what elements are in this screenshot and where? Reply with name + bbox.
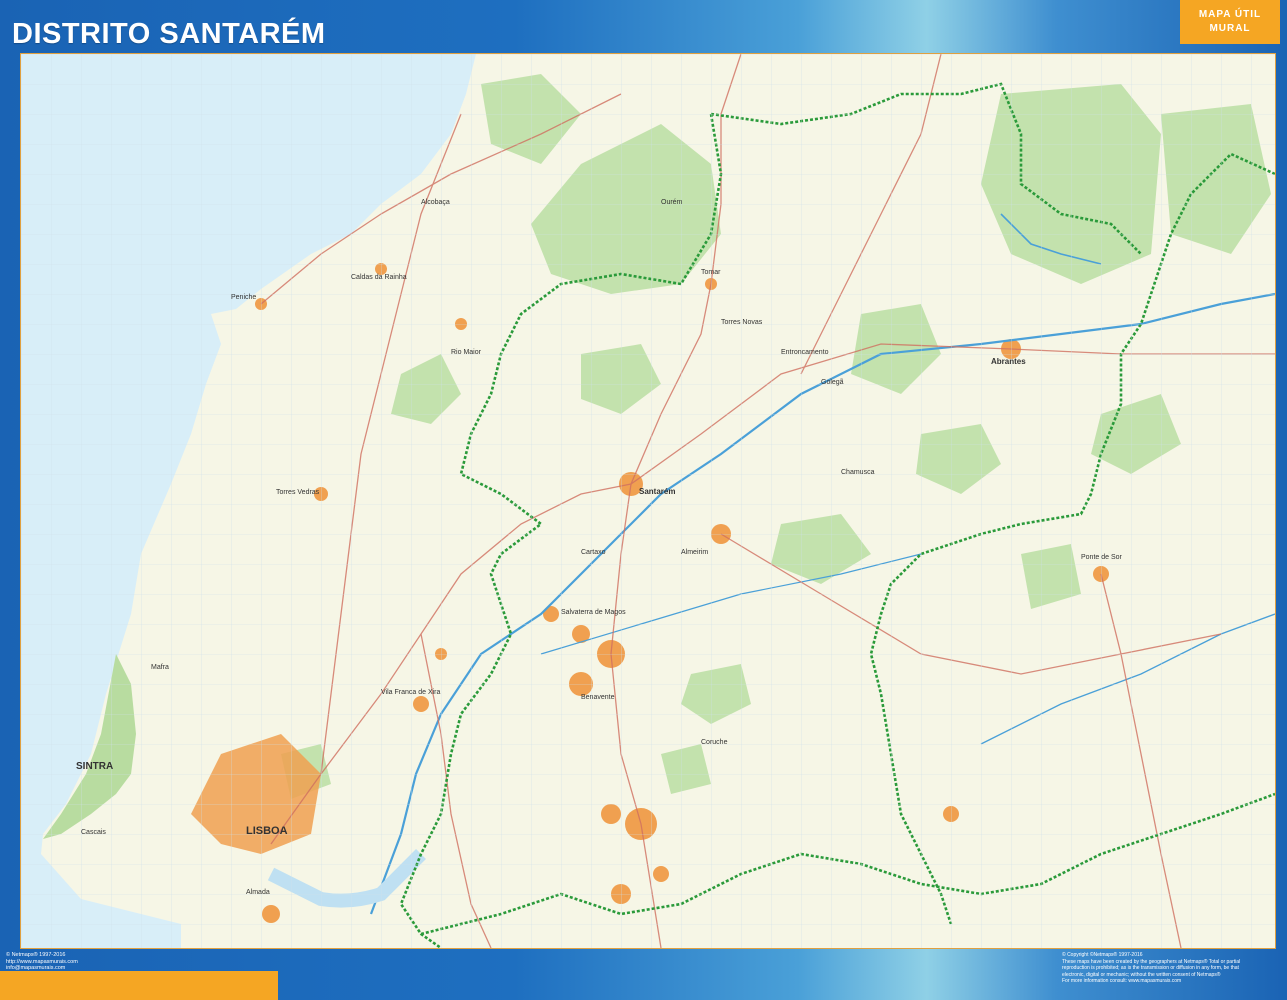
footer-copyright-right: © Copyright ©Netmaps® 1997-2016 These ma… — [1062, 952, 1280, 985]
footer-credits-left: © Netmaps® 1997-2016 http://www.mapasmur… — [6, 952, 266, 972]
footer-right-line-5: For more information consult: www.mapasm… — [1062, 978, 1182, 984]
map-svg: LISBOA SINTRA Cascais Almada Mafra Santa… — [21, 54, 1275, 948]
label-golega: Golegã — [821, 379, 844, 386]
label-santarem: Santarém — [639, 487, 675, 496]
label-torres-vedras: Torres Vedras — [276, 489, 320, 496]
badge-line-2: MURAL — [1209, 23, 1251, 34]
label-cascais: Cascais — [81, 829, 106, 836]
label-vila-franca: Vila Franca de Xira — [381, 689, 441, 696]
label-caldas: Caldas da Rainha — [351, 274, 407, 281]
grid-overlay — [21, 54, 1275, 948]
label-benavente: Benavente — [581, 694, 615, 701]
label-entroncamento: Entroncamento — [781, 349, 829, 356]
label-peniche: Peniche — [231, 294, 256, 301]
label-lisboa: LISBOA — [246, 825, 288, 837]
label-tomar: Tomar — [701, 269, 721, 276]
label-ponte-de-sor: Ponte de Sor — [1081, 554, 1123, 561]
label-abrantes: Abrantes — [991, 357, 1026, 366]
label-sintra: SINTRA — [76, 761, 113, 772]
label-salvaterra: Salvaterra de Magos — [561, 609, 626, 616]
label-torres-novas: Torres Novas — [721, 319, 763, 326]
label-mafra: Mafra — [151, 664, 169, 671]
footer-orange-bar — [0, 971, 278, 1000]
mapa-util-mural-badge[interactable]: MAPA ÚTIL MURAL — [1180, 0, 1280, 44]
label-rio-maior: Rio Maior — [451, 349, 482, 356]
label-alcobaca: Alcobaça — [421, 199, 450, 206]
label-chamusca: Chamusca — [841, 469, 875, 476]
label-cartaxo: Cartaxo — [581, 549, 606, 556]
label-almeirim: Almeirim — [681, 549, 708, 556]
map-canvas[interactable]: LISBOA SINTRA Cascais Almada Mafra Santa… — [20, 53, 1276, 949]
label-almada: Almada — [246, 889, 270, 896]
badge-line-1: MAPA ÚTIL — [1198, 9, 1262, 20]
label-coruche: Coruche — [701, 739, 728, 746]
label-ourem: Ourém — [661, 199, 683, 206]
map-title: DISTRITO SANTARÉM — [12, 18, 326, 50]
